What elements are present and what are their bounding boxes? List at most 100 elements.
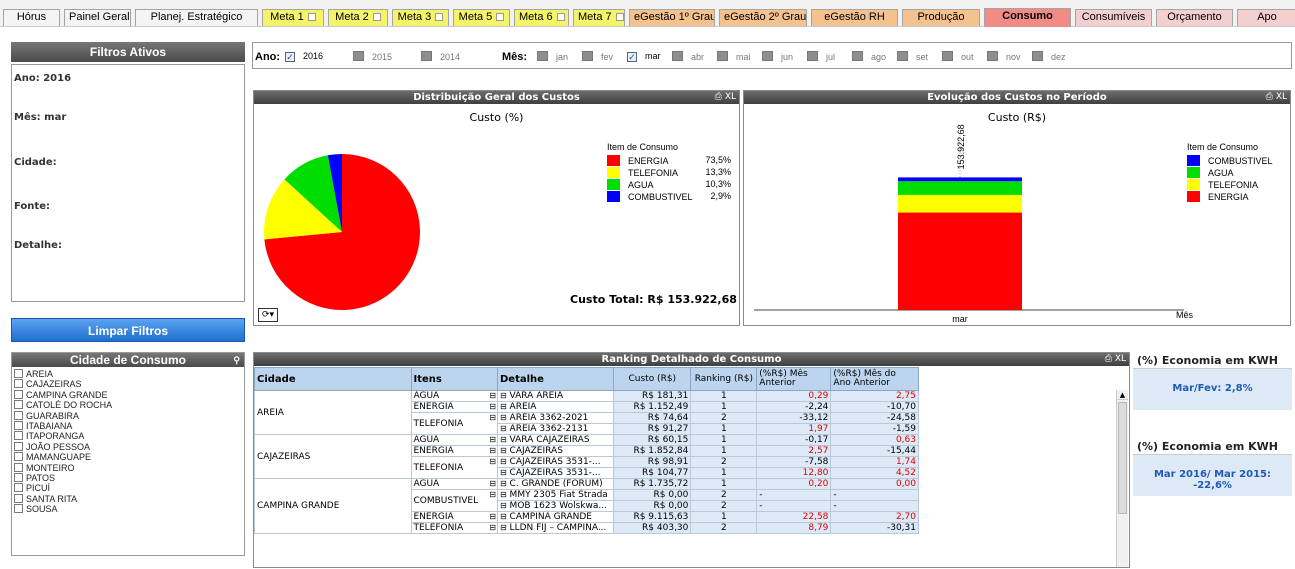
tab-or-amento[interactable]: Orçamento [1156, 9, 1233, 26]
year-option-2014[interactable]: 2014 [421, 51, 460, 62]
checkbox-icon[interactable] [421, 51, 432, 61]
ranking-scrollbar[interactable]: ▲ [1116, 390, 1128, 567]
checkbox-icon[interactable] [14, 379, 23, 389]
month-option-set[interactable]: set [897, 51, 928, 62]
city-list-item[interactable]: JOÃO PESSOA [14, 441, 244, 452]
collapse-icon[interactable]: ⊟ [500, 491, 507, 500]
tab-painel-geral[interactable]: Painel Geral [64, 9, 131, 26]
checkbox-icon[interactable] [672, 51, 683, 61]
month-option-nov[interactable]: nov [987, 51, 1021, 62]
bar-segment-energia[interactable] [898, 212, 1022, 310]
city-list-item[interactable]: AREIA [14, 369, 244, 379]
collapse-icon[interactable]: ⊟ [489, 513, 496, 522]
year-option-2016[interactable]: 2016 [285, 51, 323, 62]
table-row[interactable]: CAMPINA GRANDE AGUA ⊟ ⊟ C. GRANDE (FÓRUM) R$… [254, 478, 919, 534]
collapse-icon[interactable]: ⊟ [500, 425, 507, 434]
checkbox-icon[interactable] [582, 51, 593, 61]
checkbox-icon[interactable] [353, 51, 364, 61]
tab-meta-3[interactable]: Meta 3 [392, 9, 449, 26]
city-list-item[interactable]: MONTEIRO [14, 462, 244, 473]
table-row[interactable]: AREIA AGUA ⊟ ⊟ VARA AREIA R$ 181,31 1 0,29 2,75 [254, 390, 919, 435]
checkbox-icon[interactable] [942, 51, 953, 61]
collapse-icon[interactable]: ⊟ [500, 502, 507, 511]
collapse-icon[interactable]: ⊟ [500, 414, 507, 423]
collapse-icon[interactable]: ⊟ [489, 491, 496, 501]
city-list-item[interactable]: PICUÍ [14, 483, 244, 493]
pin-icon[interactable]: ⚲ [233, 353, 240, 367]
tab-meta-7[interactable]: Meta 7 [573, 9, 625, 26]
checkbox-icon[interactable] [537, 51, 548, 61]
column-header[interactable]: Cidade [254, 367, 412, 391]
collapse-icon[interactable]: ⊟ [500, 480, 507, 489]
checkbox-icon[interactable] [852, 51, 863, 61]
month-option-jun[interactable]: jun [762, 51, 793, 62]
collapse-icon[interactable]: ⊟ [500, 513, 507, 522]
legend-item[interactable]: COMBUSTIVEL [1187, 155, 1287, 167]
collapse-icon[interactable]: ⊟ [489, 403, 496, 412]
collapse-icon[interactable]: ⊟ [489, 392, 496, 401]
city-list-item[interactable]: SOUSA [14, 504, 244, 514]
tab-consum-veis[interactable]: Consumíveis [1075, 9, 1152, 26]
tab-apo[interactable]: Apo [1237, 9, 1295, 26]
collapse-icon[interactable]: ⊟ [500, 469, 507, 478]
city-list-item[interactable]: GUARABIRA [14, 410, 244, 421]
clear-filters-button[interactable]: Limpar Filtros [11, 318, 245, 342]
bar-segment-combustivel[interactable] [898, 177, 1022, 182]
checkbox-icon[interactable] [14, 452, 23, 462]
collapse-icon[interactable]: ⊟ [489, 436, 496, 445]
bar-segment-telefonia[interactable] [898, 194, 1022, 213]
legend-item[interactable]: ENERGIA 73,5% [607, 155, 737, 167]
column-header[interactable]: Custo (R$) [613, 367, 692, 391]
tab-meta-2[interactable]: Meta 2 [328, 9, 388, 26]
checkbox-icon[interactable] [1032, 51, 1043, 61]
legend-item[interactable]: TELEFONIA 13,3% [607, 167, 737, 179]
column-header[interactable]: Detalhe [496, 367, 615, 391]
scroll-up-icon[interactable]: ▲ [1117, 390, 1128, 400]
collapse-icon[interactable]: ⊟ [489, 458, 496, 468]
collapse-icon[interactable]: ⊟ [500, 447, 507, 456]
column-header[interactable]: Ranking (R$) [690, 367, 758, 391]
collapse-icon[interactable]: ⊟ [489, 414, 496, 424]
collapse-icon[interactable]: ⊟ [489, 524, 496, 533]
checkbox-icon[interactable] [14, 369, 23, 378]
scroll-thumb[interactable] [1118, 402, 1127, 514]
city-list-item[interactable]: MAMANGUAPE [14, 452, 244, 462]
tab-egest-o-rh[interactable]: eGestão RH [811, 9, 898, 26]
checkbox-icon[interactable] [14, 462, 23, 472]
city-list-item[interactable]: ITABAIANA [14, 420, 244, 431]
export-excel-icon[interactable]: ⎙ XL [715, 91, 736, 104]
checkbox-icon[interactable] [285, 52, 295, 62]
city-list-item[interactable]: CAJAZEIRAS [14, 379, 244, 389]
city-list-item[interactable]: PATOS [14, 472, 244, 483]
month-option-ago[interactable]: ago [852, 51, 886, 62]
checkbox-icon[interactable] [627, 52, 637, 62]
export-excel-icon[interactable]: ⎙ XL [1105, 353, 1126, 366]
checkbox-icon[interactable] [717, 51, 728, 61]
column-header[interactable]: (%R$) Mês do Ano Anterior [830, 367, 919, 391]
collapse-icon[interactable]: ⊟ [500, 458, 507, 467]
tab-meta-6[interactable]: Meta 6 [514, 9, 569, 26]
checkbox-icon[interactable] [14, 410, 23, 420]
legend-item[interactable]: TELEFONIA [1187, 179, 1287, 191]
checkbox-icon[interactable] [762, 51, 773, 61]
checkbox-icon[interactable] [14, 431, 23, 441]
checkbox-icon[interactable] [807, 51, 818, 61]
checkbox-icon[interactable] [14, 400, 23, 410]
checkbox-icon[interactable] [987, 51, 998, 61]
tab-produ-o[interactable]: Produção [902, 9, 980, 26]
tab-egest-o-2-grau[interactable]: eGestão 2º Grau [719, 9, 807, 26]
checkbox-icon[interactable] [14, 441, 23, 451]
legend-item[interactable]: COMBUSTIVEL 2,9% [607, 191, 737, 203]
legend-item[interactable]: AGUA [1187, 167, 1287, 179]
checkbox-icon[interactable] [14, 493, 23, 503]
month-option-jul[interactable]: jul [807, 51, 835, 62]
collapse-icon[interactable]: ⊟ [500, 392, 507, 401]
table-row[interactable]: CAJAZEIRAS AGUA ⊟ ⊟ VARA CAJAZEIRAS R$ 60,15… [254, 434, 919, 479]
checkbox-icon[interactable] [14, 420, 23, 430]
collapse-icon[interactable]: ⊟ [489, 447, 496, 456]
month-option-fev[interactable]: fev [582, 51, 613, 62]
legend-item[interactable]: AGUA 10,3% [607, 179, 737, 191]
city-list-item[interactable]: CAMPINA GRANDE [14, 389, 244, 400]
checkbox-icon[interactable] [14, 472, 23, 482]
city-list-item[interactable]: SANTA RITA [14, 493, 244, 504]
